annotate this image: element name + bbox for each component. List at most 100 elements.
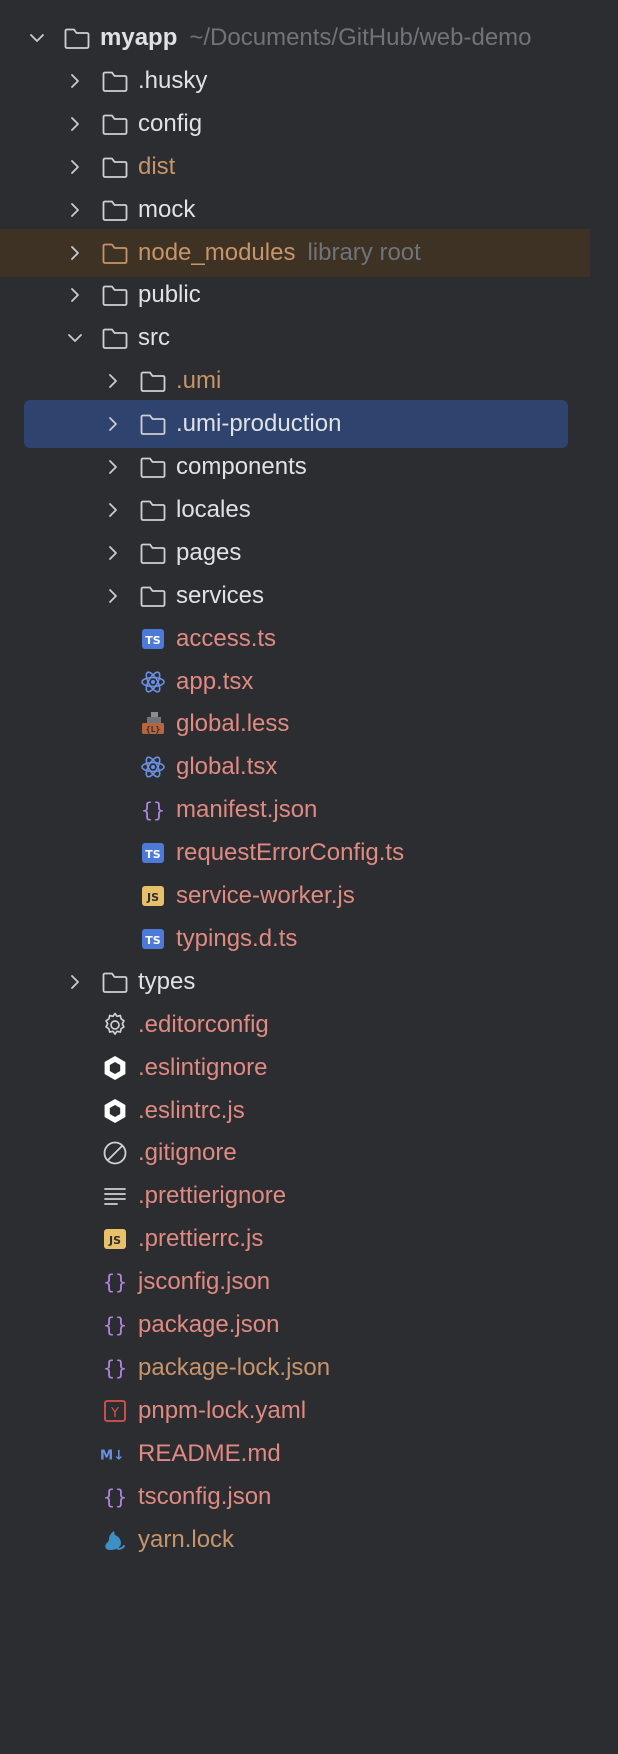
tree-folder-pages[interactable]: pages bbox=[0, 529, 590, 577]
tree-item-label: config bbox=[138, 109, 203, 137]
folder-icon bbox=[138, 452, 168, 482]
javascript-icon: JS bbox=[100, 1224, 130, 1254]
tree-item-label: package-lock.json bbox=[138, 1353, 331, 1381]
folder-icon bbox=[62, 23, 92, 53]
tree-file-package-lock-json[interactable]: {} package-lock.json bbox=[0, 1344, 590, 1392]
tree-item-label: requestErrorConfig.ts bbox=[176, 839, 405, 867]
typescript-icon: TS bbox=[138, 924, 168, 954]
tree-item-label: locales bbox=[176, 495, 251, 523]
tree-file-yarn-lock[interactable]: yarn.lock bbox=[0, 1516, 590, 1564]
tree-file-eslintrc-js[interactable]: .eslintrc.js bbox=[0, 1087, 590, 1135]
tree-item-label: access.ts bbox=[176, 624, 277, 652]
tree-item-label: service-worker.js bbox=[176, 882, 355, 909]
eslint-icon bbox=[100, 1096, 130, 1126]
chevron-right-icon[interactable] bbox=[62, 240, 88, 266]
folder-icon bbox=[100, 238, 130, 268]
tree-item-label: package.json bbox=[138, 1311, 280, 1338]
tree-file-global-less[interactable]: {L} global.less bbox=[0, 700, 590, 748]
tree-file-prettierrc-js[interactable]: JS .prettierrc.js bbox=[0, 1215, 590, 1263]
tree-folder-husky[interactable]: .husky bbox=[0, 57, 590, 105]
tree-file-pnpm-lock-yaml[interactable]: Ypnpm-lock.yaml bbox=[0, 1387, 590, 1435]
chevron-right-icon[interactable] bbox=[62, 154, 88, 180]
tree-file-global-tsx[interactable]: global.tsx bbox=[0, 743, 590, 791]
tree-item-label: pages bbox=[176, 538, 242, 566]
tree-item-label: .umi bbox=[176, 367, 222, 395]
tree-folder-umi-production[interactable]: .umi-production bbox=[24, 400, 568, 449]
chevron-right-icon[interactable] bbox=[62, 197, 88, 223]
folder-icon bbox=[100, 109, 130, 139]
tree-file-readme-md[interactable]: M↓ README.md bbox=[0, 1430, 590, 1478]
tree-folder-dist[interactable]: dist bbox=[0, 143, 590, 191]
root-name: myapp bbox=[100, 24, 178, 51]
eslint-icon bbox=[100, 1053, 130, 1083]
tree-item-label: typings.d.ts bbox=[176, 924, 298, 952]
tree-file-app-tsx[interactable]: app.tsx bbox=[0, 658, 590, 706]
tree-item-label: global.less bbox=[176, 710, 290, 738]
tree-file-gitignore[interactable]: .gitignore bbox=[0, 1129, 590, 1177]
tree-folder-services[interactable]: services bbox=[0, 572, 590, 620]
tree-file-jsconfig-json[interactable]: {} jsconfig.json bbox=[0, 1258, 590, 1306]
svg-text:TS: TS bbox=[145, 634, 161, 647]
chevron-right-icon[interactable] bbox=[100, 454, 126, 480]
tree-item-label: src bbox=[138, 324, 170, 352]
tree-folder-src[interactable]: src bbox=[0, 314, 590, 362]
folder-icon bbox=[100, 66, 130, 96]
tree-file-eslintignore[interactable]: .eslintignore bbox=[0, 1044, 590, 1092]
tree-file-typings-d-ts[interactable]: TS typings.d.ts bbox=[0, 915, 590, 963]
chevron-down-icon[interactable] bbox=[24, 25, 50, 51]
chevron-right-icon[interactable] bbox=[100, 497, 126, 523]
tree-item-label: .eslintignore bbox=[138, 1053, 268, 1081]
folder-icon bbox=[100, 323, 130, 353]
tree-folder-public[interactable]: public bbox=[0, 271, 590, 319]
tree-folder-config[interactable]: config bbox=[0, 100, 590, 148]
tree-folder-mock[interactable]: mock bbox=[0, 186, 590, 234]
chevron-right-icon[interactable] bbox=[62, 969, 88, 995]
react-icon bbox=[138, 667, 168, 697]
yaml-icon: Y bbox=[100, 1396, 130, 1426]
tree-file-editorconfig[interactable]: .editorconfig bbox=[0, 1001, 590, 1049]
json-icon: {} bbox=[100, 1482, 130, 1512]
chevron-right-icon[interactable] bbox=[62, 68, 88, 94]
json-icon: {} bbox=[100, 1310, 130, 1340]
folder-icon bbox=[138, 495, 168, 525]
typescript-icon: TS bbox=[138, 624, 168, 654]
tree-item-label: yarn.lock bbox=[138, 1525, 235, 1553]
tree-file-manifest-json[interactable]: {} manifest.json bbox=[0, 786, 590, 834]
tree-folder-components[interactable]: components bbox=[0, 443, 590, 491]
tree-file-service-worker-js[interactable]: JS service-worker.js bbox=[0, 872, 590, 920]
tree-item-label: services bbox=[176, 581, 265, 609]
tree-file-access-ts[interactable]: TS access.ts bbox=[0, 615, 590, 663]
chevron-right-icon[interactable] bbox=[62, 282, 88, 308]
less-icon: {L} bbox=[138, 709, 168, 739]
chevron-right-icon[interactable] bbox=[100, 368, 126, 394]
svg-text:{}: {} bbox=[103, 1356, 127, 1380]
folder-icon bbox=[100, 195, 130, 225]
svg-text:JS: JS bbox=[108, 1234, 121, 1247]
chevron-right-icon[interactable] bbox=[100, 411, 126, 437]
tree-file-requesterrorconfig-ts[interactable]: TS requestErrorConfig.ts bbox=[0, 829, 590, 877]
tree-item-label: types bbox=[138, 967, 196, 995]
tree-folder-types[interactable]: types bbox=[0, 958, 590, 1006]
tree-item-label: README.md bbox=[138, 1439, 281, 1467]
folder-icon bbox=[100, 280, 130, 310]
tree-item-label: pnpm-lock.yaml bbox=[138, 1396, 307, 1424]
chevron-right-icon[interactable] bbox=[62, 111, 88, 137]
folder-icon bbox=[138, 366, 168, 396]
react-icon bbox=[138, 752, 168, 782]
text-lines-icon bbox=[100, 1181, 130, 1211]
tree-file-prettierignore[interactable]: .prettierignore bbox=[0, 1172, 590, 1220]
chevron-right-icon[interactable] bbox=[100, 540, 126, 566]
chevron-right-icon[interactable] bbox=[100, 583, 126, 609]
chevron-down-icon[interactable] bbox=[62, 325, 88, 351]
markdown-icon: M↓ bbox=[100, 1439, 130, 1469]
tree-item-label: .umi-production bbox=[176, 410, 342, 438]
tree-folder-node-modules[interactable]: node_modules library root bbox=[0, 228, 590, 277]
tree-file-tsconfig-json[interactable]: {} tsconfig.json bbox=[0, 1473, 590, 1521]
tree-root-myapp[interactable]: myapp ~/Documents/GitHub/web-demo bbox=[0, 14, 590, 62]
svg-text:{L}: {L} bbox=[146, 725, 161, 734]
tree-folder-locales[interactable]: locales bbox=[0, 486, 590, 534]
tree-file-package-json[interactable]: {} package.json bbox=[0, 1301, 590, 1349]
folder-icon bbox=[138, 581, 168, 611]
tree-item-label: app.tsx bbox=[176, 667, 254, 695]
tree-folder-umi[interactable]: .umi bbox=[0, 357, 590, 405]
